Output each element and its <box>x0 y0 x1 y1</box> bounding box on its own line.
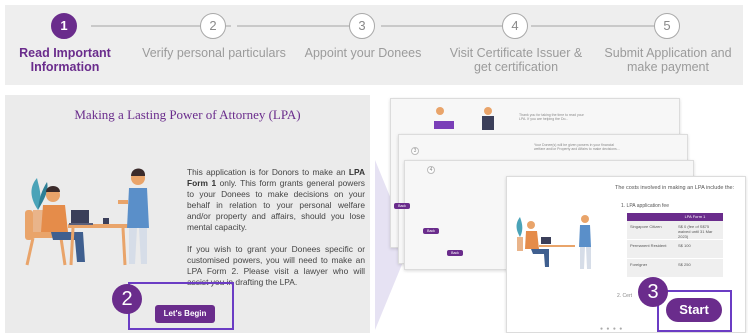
step-circle-icon: 4 <box>427 166 435 174</box>
fee-value: S$ 250 <box>678 262 691 267</box>
back-button[interactable]: Back <box>447 250 463 256</box>
start-button[interactable]: Start <box>666 298 722 322</box>
fee-value: S$ 0 (fee of S$75 waived until 31 Mar 20… <box>678 224 713 239</box>
step-label: Read Important Information <box>19 46 111 74</box>
card-illustration <box>434 107 494 130</box>
fee-label: Permanent Resident <box>630 243 667 248</box>
table-row: Singapore Citizen S$ 0 (fee of S$75 waiv… <box>627 221 723 240</box>
progress-stepper: 1 Read Important Information 2 Verify pe… <box>5 5 743 85</box>
step-connector <box>237 25 365 27</box>
costs-title: The costs involved in making an LPA incl… <box>615 185 735 191</box>
step-label: Visit Certificate Issuer & get certifica… <box>449 46 583 74</box>
carousel-dots[interactable]: ● ● ● ● <box>600 326 623 332</box>
step-label: Submit Application and make payment <box>604 46 732 74</box>
people-illustration <box>25 168 149 266</box>
back-button[interactable]: Back <box>423 228 439 234</box>
card-illustration <box>516 215 591 269</box>
step-number: 1 <box>51 13 77 39</box>
fee-label: Foreigner <box>630 262 648 267</box>
step-number: 2 <box>200 13 226 39</box>
fee-table-header: LPA Form 1 <box>627 213 723 221</box>
fee-value: S$ 100 <box>678 243 691 248</box>
step-badge: 2 <box>112 284 142 314</box>
table-row: Permanent Resident S$ 100 <box>627 240 723 259</box>
card-text: Your Donee(s) will be given powers in yo… <box>534 143 620 151</box>
fee-heading: 1. LPA application fee <box>621 203 669 209</box>
cert-step-text: 2. Cert <box>617 293 633 299</box>
description-paragraph: This application is for Donors to make a… <box>187 167 365 233</box>
highlight-box <box>128 282 234 330</box>
step-badge: 3 <box>638 277 668 307</box>
card-text: Thank you for taking the time to read yo… <box>519 113 584 121</box>
text: This application is for Donors to make a… <box>187 167 349 177</box>
step-label: Verify personal particulars <box>142 46 286 60</box>
step-label: Appoint your Donees <box>304 46 422 60</box>
panel-title: Making a Lasting Power of Attorney (LPA) <box>74 107 301 122</box>
step-circle-icon: 3 <box>411 147 419 155</box>
fee-table: LPA Form 1 Singapore Citizen S$ 0 (fee o… <box>627 213 723 278</box>
step-number: 3 <box>349 13 375 39</box>
step-number: 5 <box>654 13 680 39</box>
fee-label: Singapore Citizen <box>630 224 662 229</box>
step-number: 4 <box>502 13 528 39</box>
step-connector <box>531 25 667 27</box>
back-button[interactable]: Back <box>394 203 410 209</box>
table-row: Foreigner S$ 250 <box>627 259 723 278</box>
step-connector <box>381 25 509 27</box>
lpa-description: This application is for Donors to make a… <box>187 167 365 299</box>
